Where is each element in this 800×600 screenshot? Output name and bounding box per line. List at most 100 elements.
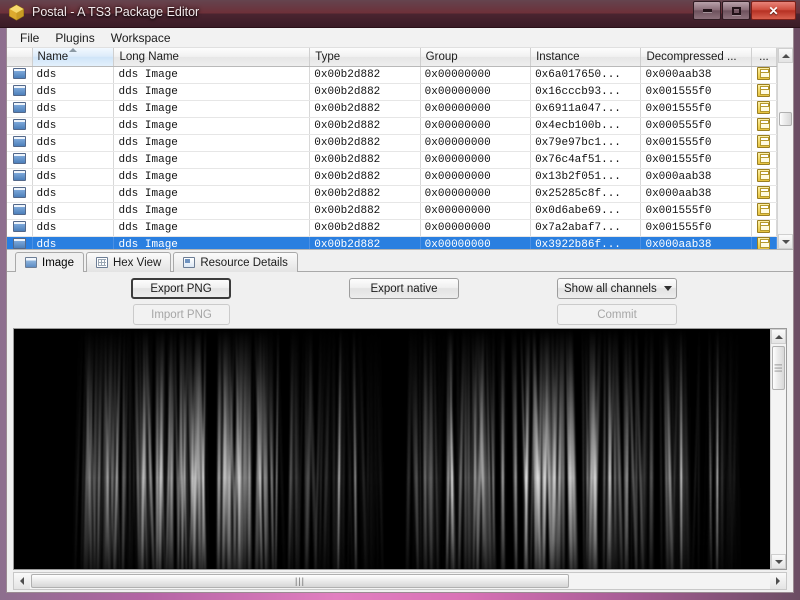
image-icon <box>12 102 26 114</box>
image-scroll-right-button[interactable] <box>770 573 786 589</box>
cell-decompressed: 0x000555f0 <box>640 117 752 135</box>
menu-item-plugins[interactable]: Plugins <box>48 29 101 47</box>
cell-export[interactable] <box>751 219 777 237</box>
cell-group: 0x00000000 <box>420 185 532 203</box>
cell-decompressed: 0x000aab38 <box>640 168 752 186</box>
cell-long-name: dds Image <box>113 236 311 249</box>
save-icon <box>757 203 771 217</box>
cell-export[interactable] <box>751 202 777 220</box>
image-hscrollbar-thumb[interactable]: ||| <box>31 574 569 588</box>
export-png-button[interactable]: Export PNG <box>131 278 231 299</box>
resource-list: Name Long Name Type Group Instance Decom… <box>7 48 793 250</box>
row-image-icon-cell <box>7 100 33 118</box>
package-box-icon <box>8 4 25 21</box>
cell-name: dds <box>32 134 115 152</box>
table-row[interactable]: dds dds Image 0x00b2d882 0x00000000 0x16cccb… <box>7 83 777 101</box>
cell-long-name: dds Image <box>113 219 311 237</box>
save-icon <box>757 152 771 166</box>
cell-type: 0x00b2d882 <box>309 100 421 118</box>
row-image-icon-cell <box>7 151 33 169</box>
table-row[interactable]: dds dds Image 0x00b2d882 0x00000000 0x3922b8… <box>7 236 777 249</box>
cell-decompressed: 0x001555f0 <box>640 151 752 169</box>
image-icon <box>12 85 26 97</box>
scroll-up-button[interactable] <box>778 48 793 63</box>
image-scrollbar-thumb[interactable]: ||| <box>772 346 785 390</box>
image-canvas[interactable] <box>14 329 770 569</box>
menu-item-workspace[interactable]: Workspace <box>104 29 178 47</box>
resource-table-viewport: Name Long Name Type Group Instance Decom… <box>7 48 777 249</box>
table-row[interactable]: dds dds Image 0x00b2d882 0x00000000 0x7a2aba… <box>7 219 777 237</box>
cell-export[interactable] <box>751 66 777 84</box>
tab-image-label: Image <box>42 256 74 269</box>
column-header-group[interactable]: Group <box>420 48 532 67</box>
image-horizontal-scrollbar[interactable]: ||| <box>13 572 787 590</box>
cell-long-name: dds Image <box>113 66 311 84</box>
scroll-down-button[interactable] <box>778 234 793 249</box>
column-header-icon[interactable] <box>7 48 33 67</box>
save-icon <box>757 67 771 81</box>
row-image-icon-cell <box>7 236 33 249</box>
cell-instance: 0x76c4af51... <box>530 151 642 169</box>
column-header-name[interactable]: Name <box>32 48 115 67</box>
title-bar-left: Postal - A TS3 Package Editor <box>8 4 199 21</box>
cell-type: 0x00b2d882 <box>309 236 421 249</box>
image-tool-panel: Export PNG Import PNG Export native Show… <box>7 272 793 328</box>
table-header-row: Name Long Name Type Group Instance Decom… <box>7 48 777 67</box>
image-vertical-scrollbar[interactable]: ||| <box>770 329 786 569</box>
tab-hex-view[interactable]: Hex View <box>85 252 172 272</box>
cell-decompressed: 0x001555f0 <box>640 134 752 152</box>
column-header-instance[interactable]: Instance <box>530 48 642 67</box>
table-row[interactable]: dds dds Image 0x00b2d882 0x00000000 0x13b2f0… <box>7 168 777 186</box>
maximize-button[interactable] <box>722 1 750 20</box>
resource-list-vertical-scrollbar[interactable] <box>777 48 793 249</box>
cell-export[interactable] <box>751 236 777 249</box>
cell-type: 0x00b2d882 <box>309 117 421 135</box>
table-row[interactable]: dds dds Image 0x00b2d882 0x00000000 0x76c4af… <box>7 151 777 169</box>
image-icon <box>12 153 26 165</box>
table-row[interactable]: dds dds Image 0x00b2d882 0x00000000 0x6a0176… <box>7 66 777 84</box>
minimize-button[interactable] <box>693 1 721 20</box>
cell-long-name: dds Image <box>113 83 311 101</box>
cell-long-name: dds Image <box>113 100 311 118</box>
cell-export[interactable] <box>751 117 777 135</box>
client-area: File Plugins Workspace Name Long Name Ty… <box>6 28 794 593</box>
table-row[interactable]: dds dds Image 0x00b2d882 0x00000000 0x6911a0… <box>7 100 777 118</box>
image-viewer-frame: ||| <box>13 328 787 570</box>
channels-dropdown[interactable]: Show all channels <box>557 278 677 299</box>
cell-group: 0x00000000 <box>420 83 532 101</box>
table-row[interactable]: dds dds Image 0x00b2d882 0x00000000 0x0d6abe… <box>7 202 777 220</box>
menu-item-file[interactable]: File <box>13 29 46 47</box>
cell-group: 0x00000000 <box>420 100 532 118</box>
cell-export[interactable] <box>751 83 777 101</box>
scrollbar-thumb[interactable] <box>779 112 792 126</box>
tab-image[interactable]: Image <box>15 252 84 272</box>
cell-export[interactable] <box>751 100 777 118</box>
column-header-long-name[interactable]: Long Name <box>113 48 311 67</box>
column-header-decompressed[interactable]: Decompressed ... <box>640 48 752 67</box>
image-icon <box>12 68 26 80</box>
column-header-overflow[interactable]: ... <box>751 48 777 67</box>
table-row[interactable]: dds dds Image 0x00b2d882 0x00000000 0x25285c… <box>7 185 777 203</box>
cell-decompressed: 0x001555f0 <box>640 83 752 101</box>
cell-export[interactable] <box>751 151 777 169</box>
cell-long-name: dds Image <box>113 151 311 169</box>
image-scroll-left-button[interactable] <box>14 573 30 589</box>
close-button[interactable]: ✕ <box>751 1 796 20</box>
cell-group: 0x00000000 <box>420 202 532 220</box>
cell-instance: 0x79e97bc1... <box>530 134 642 152</box>
tab-resource-details[interactable]: Resource Details <box>173 252 298 272</box>
cell-name: dds <box>32 151 115 169</box>
title-bar[interactable]: Postal - A TS3 Package Editor ✕ <box>0 0 800 28</box>
cell-export[interactable] <box>751 185 777 203</box>
table-row[interactable]: dds dds Image 0x00b2d882 0x00000000 0x79e97b… <box>7 134 777 152</box>
cell-export[interactable] <box>751 134 777 152</box>
chevron-down-icon <box>664 286 672 291</box>
table-row[interactable]: dds dds Image 0x00b2d882 0x00000000 0x4ecb10… <box>7 117 777 135</box>
image-scroll-down-button[interactable] <box>771 554 786 569</box>
export-native-button[interactable]: Export native <box>349 278 459 299</box>
cell-export[interactable] <box>751 168 777 186</box>
row-image-icon-cell <box>7 219 33 237</box>
column-header-type[interactable]: Type <box>309 48 421 67</box>
cell-long-name: dds Image <box>113 117 311 135</box>
image-scroll-up-button[interactable] <box>771 329 786 344</box>
